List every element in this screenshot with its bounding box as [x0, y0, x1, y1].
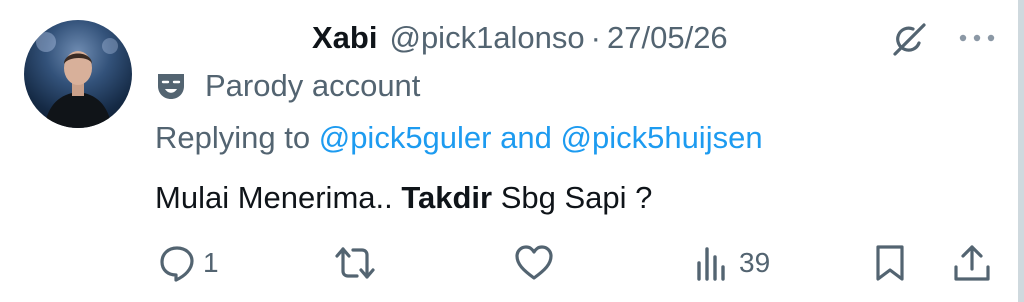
- bookmark-button[interactable]: [870, 238, 910, 288]
- tweet-date[interactable]: 27/05/26: [607, 20, 728, 56]
- retweet-icon: [335, 247, 375, 279]
- grok-icon[interactable]: [889, 20, 929, 60]
- replying-to-prefix: Replying to: [155, 120, 311, 155]
- retweet-button[interactable]: [333, 238, 383, 288]
- views-count: 39: [739, 247, 771, 278]
- reply-count: 1: [203, 247, 219, 278]
- reply-button[interactable]: 1: [157, 238, 219, 288]
- like-button[interactable]: [513, 238, 561, 288]
- parody-label: Parody account: [155, 66, 420, 106]
- replying-to: Replying to @pick5guler and @pick5huijse…: [155, 117, 763, 159]
- avatar-image: [36, 32, 118, 128]
- reply-and-text: and: [500, 120, 552, 155]
- heart-icon: [515, 245, 553, 280]
- separator: ·: [590, 20, 601, 55]
- share-button[interactable]: [952, 238, 992, 288]
- reply-user-link-2[interactable]: @pick5huijsen: [560, 120, 762, 155]
- tweet-text-part2: Sbg Sapi ?: [500, 180, 653, 215]
- tweet-text-part1: Mulai Menerima..: [155, 180, 393, 215]
- tweet-header: Xabi @pick1alonso · 27/05/26: [312, 18, 728, 58]
- share-icon: [954, 245, 990, 281]
- views-icon: [697, 247, 725, 281]
- more-icon[interactable]: [956, 20, 998, 56]
- reply-user-link-1[interactable]: @pick5guler: [319, 120, 492, 155]
- tweet-text-bold: Takdir: [401, 180, 493, 215]
- tweet-text: Mulai Menerima.. Takdir Sbg Sapi ?: [155, 177, 652, 219]
- author-name[interactable]: Xabi: [312, 20, 377, 56]
- parody-label-text: Parody account: [205, 68, 421, 103]
- avatar[interactable]: [24, 20, 132, 128]
- bookmark-icon: [876, 245, 904, 281]
- views-button[interactable]: 39: [693, 238, 770, 288]
- reply-icon: [160, 246, 194, 282]
- action-bar: 1 39: [0, 238, 1024, 288]
- author-handle[interactable]: @pick1alonso: [389, 20, 584, 56]
- theater-mask-icon: [158, 74, 184, 99]
